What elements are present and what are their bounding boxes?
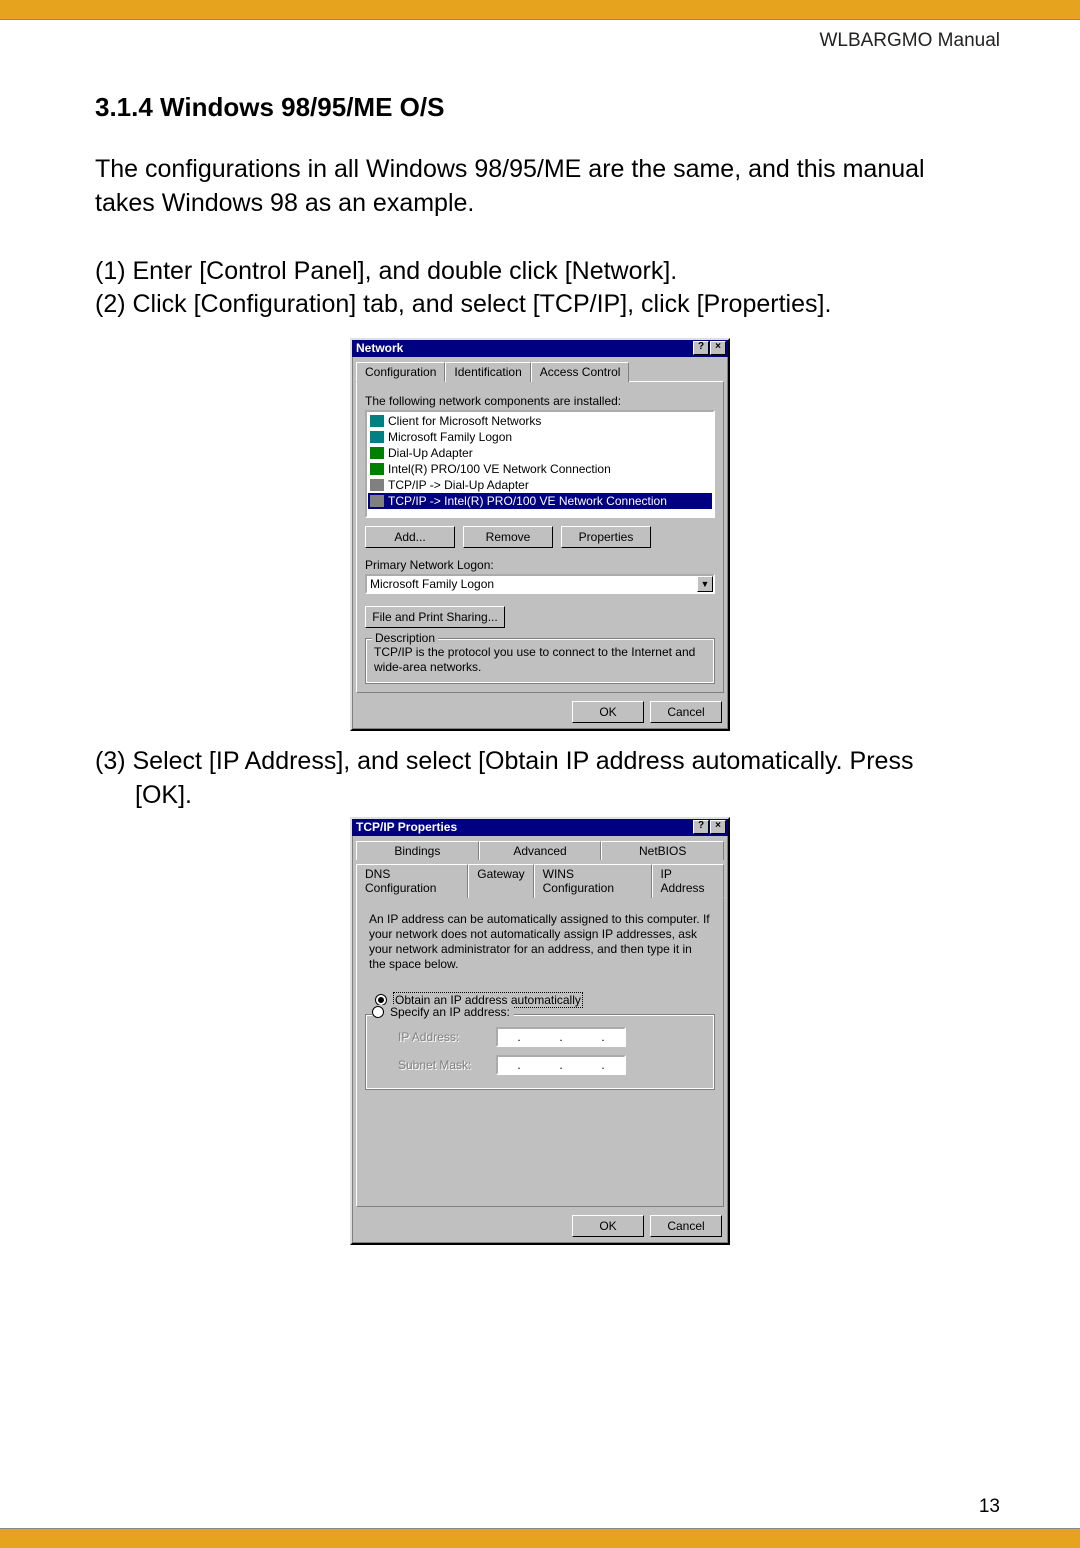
- ip-address-label: IP Address:: [398, 1030, 478, 1044]
- tab-bindings[interactable]: Bindings: [356, 841, 479, 860]
- tab-access-control[interactable]: Access Control: [531, 362, 630, 382]
- properties-button[interactable]: Properties: [561, 526, 651, 548]
- list-item[interactable]: Intel(R) PRO/100 VE Network Connection: [368, 461, 712, 477]
- close-button[interactable]: ×: [710, 341, 726, 355]
- chevron-down-icon[interactable]: ▼: [697, 576, 713, 592]
- file-print-sharing-button[interactable]: File and Print Sharing...: [365, 606, 505, 628]
- list-item-label: Intel(R) PRO/100 VE Network Connection: [388, 462, 611, 476]
- intro-paragraph: The configurations in all Windows 98/95/…: [95, 153, 985, 221]
- help-button[interactable]: ?: [693, 820, 709, 834]
- list-item[interactable]: Microsoft Family Logon: [368, 429, 712, 445]
- subnet-mask-label: Subnet Mask:: [398, 1058, 478, 1072]
- tab-wins-config[interactable]: WINS Configuration: [534, 864, 652, 898]
- step-3-line2: [OK].: [135, 781, 192, 809]
- page-number: 13: [979, 1496, 1000, 1518]
- page-content: 3.1.4 Windows 98/95/ME O/S The configura…: [0, 20, 1080, 1245]
- list-item-label: Dial-Up Adapter: [388, 446, 473, 460]
- combo-value: Microsoft Family Logon: [367, 577, 697, 591]
- description-groupbox: Description TCP/IP is the protocol you u…: [365, 638, 715, 684]
- manual-title: WLBARGMO Manual: [819, 30, 1000, 52]
- tcpip-dialog: TCP/IP Properties ? × Bindings Advanced …: [350, 817, 730, 1245]
- ok-button[interactable]: OK: [572, 1215, 644, 1237]
- section-heading: 3.1.4 Windows 98/95/ME O/S: [95, 92, 985, 123]
- list-item[interactable]: Client for Microsoft Networks: [368, 413, 712, 429]
- protocol-icon: [370, 495, 384, 507]
- client-icon: [370, 415, 384, 427]
- adapter-icon: [370, 447, 384, 459]
- list-item[interactable]: TCP/IP -> Dial-Up Adapter: [368, 477, 712, 493]
- network-titlebar: Network ? ×: [352, 340, 728, 357]
- tab-ip-address[interactable]: IP Address: [652, 864, 724, 898]
- step-3-line1: (3) Select [IP Address], and select [Obt…: [95, 747, 913, 775]
- description-text: TCP/IP is the protocol you use to connec…: [374, 645, 706, 675]
- tcpip-tabs-row2: DNS Configuration Gateway WINS Configura…: [352, 859, 728, 897]
- tcpip-title: TCP/IP Properties: [356, 820, 457, 834]
- cancel-button[interactable]: Cancel: [650, 701, 722, 723]
- list-item[interactable]: Dial-Up Adapter: [368, 445, 712, 461]
- tab-identification[interactable]: Identification: [445, 362, 530, 382]
- radio-label: Specify an IP address:: [390, 1005, 510, 1019]
- tcpip-titlebar: TCP/IP Properties ? ×: [352, 819, 728, 836]
- list-item-label: Microsoft Family Logon: [388, 430, 512, 444]
- tab-gateway[interactable]: Gateway: [468, 864, 533, 898]
- primary-logon-label: Primary Network Logon:: [365, 558, 715, 572]
- top-orange-bar: [0, 0, 1080, 20]
- ip-address-input[interactable]: ...: [496, 1027, 626, 1047]
- radio-icon: [372, 1006, 384, 1018]
- component-listbox[interactable]: Client for Microsoft Networks Microsoft …: [365, 410, 715, 518]
- network-dialog: Network ? × Configuration Identification…: [350, 338, 730, 731]
- client-icon: [370, 431, 384, 443]
- primary-logon-combo[interactable]: Microsoft Family Logon ▼: [365, 574, 715, 594]
- tab-netbios[interactable]: NetBIOS: [601, 841, 724, 860]
- ipaddress-panel: An IP address can be automatically assig…: [356, 897, 724, 1207]
- remove-button[interactable]: Remove: [463, 526, 553, 548]
- cancel-button[interactable]: Cancel: [650, 1215, 722, 1237]
- ip-explain-text: An IP address can be automatically assig…: [369, 912, 711, 972]
- protocol-icon: [370, 479, 384, 491]
- list-item-label: Client for Microsoft Networks: [388, 414, 541, 428]
- ok-button[interactable]: OK: [572, 701, 644, 723]
- list-item-label: TCP/IP -> Intel(R) PRO/100 VE Network Co…: [388, 494, 667, 508]
- subnet-mask-input[interactable]: ...: [496, 1055, 626, 1075]
- list-item-label: TCP/IP -> Dial-Up Adapter: [388, 478, 529, 492]
- step-3: (3) Select [IP Address], and select [Obt…: [95, 745, 985, 813]
- help-button[interactable]: ?: [693, 341, 709, 355]
- configuration-panel: The following network components are ins…: [356, 381, 724, 693]
- tab-dns-config[interactable]: DNS Configuration: [356, 864, 468, 898]
- description-legend: Description: [372, 631, 438, 645]
- bottom-orange-bar: [0, 1528, 1080, 1548]
- close-button[interactable]: ×: [710, 820, 726, 834]
- installed-label: The following network components are ins…: [365, 394, 715, 408]
- tab-advanced[interactable]: Advanced: [479, 841, 602, 860]
- adapter-icon: [370, 463, 384, 475]
- network-tabs: Configuration Identification Access Cont…: [352, 357, 728, 381]
- radio-specify[interactable]: Specify an IP address:: [372, 1005, 514, 1019]
- add-button[interactable]: Add...: [365, 526, 455, 548]
- tcpip-tabs-row1: Bindings Advanced NetBIOS: [352, 836, 728, 859]
- list-item-selected[interactable]: TCP/IP -> Intel(R) PRO/100 VE Network Co…: [368, 493, 712, 509]
- step-1: (1) Enter [Control Panel], and double cl…: [95, 255, 985, 289]
- specify-groupbox: Specify an IP address: IP Address: ... S…: [365, 1014, 715, 1090]
- network-title: Network: [356, 341, 403, 355]
- step-2: (2) Click [Configuration] tab, and selec…: [95, 288, 985, 322]
- tab-configuration[interactable]: Configuration: [356, 362, 445, 382]
